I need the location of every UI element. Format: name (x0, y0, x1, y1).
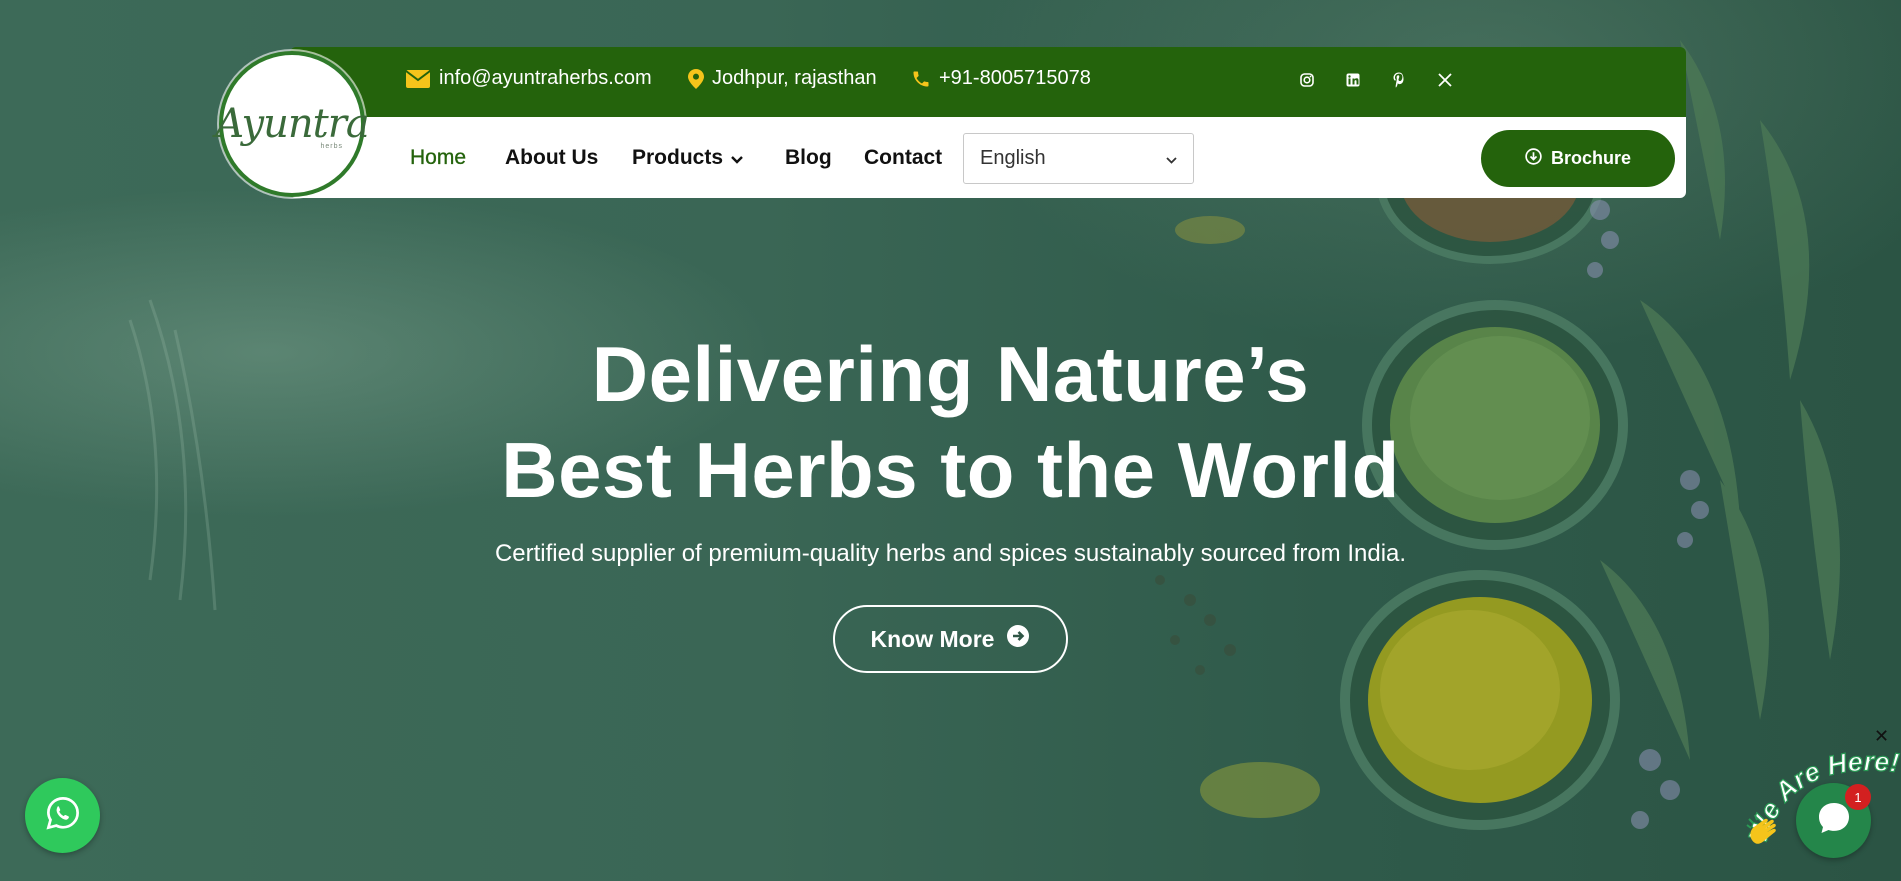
logo-text: Ayuntra (215, 101, 369, 147)
arrow-right-circle-icon (1006, 624, 1030, 654)
instagram-icon (1300, 72, 1314, 92)
contact-email-text: info@ayuntraherbs.com (439, 67, 652, 89)
contact-location[interactable]: Jodhpur, rajasthan (688, 67, 877, 90)
nav-products[interactable]: Products (632, 146, 743, 170)
logo-subtext: herbs (320, 143, 343, 150)
contact-phone-text: +91-8005715078 (939, 67, 1091, 89)
know-more-label: Know More (870, 625, 995, 652)
map-pin-icon (688, 68, 704, 89)
download-icon (1525, 147, 1542, 170)
nav-about-label: About Us (505, 146, 599, 169)
chat-close-icon[interactable]: ✕ (1874, 726, 1889, 747)
mail-icon (405, 69, 431, 89)
nav-blog-label: Blog (785, 146, 832, 169)
nav-products-label: Products (632, 146, 724, 169)
chevron-down-icon (1166, 147, 1177, 170)
instagram-link[interactable] (1293, 68, 1321, 96)
pinterest-icon (1392, 72, 1406, 93)
pinterest-link[interactable] (1385, 68, 1413, 96)
x-icon (1438, 72, 1452, 92)
brochure-button[interactable]: Brochure (1481, 130, 1675, 187)
hero-title-line-2: Best Herbs to the World (501, 426, 1400, 514)
x-link[interactable] (1431, 68, 1459, 96)
whatsapp-button[interactable] (25, 778, 100, 853)
chat-notification-badge: 1 (1845, 784, 1871, 810)
brochure-button-label: Brochure (1550, 148, 1631, 168)
language-select[interactable]: English (963, 133, 1194, 184)
linkedin-icon (1346, 73, 1360, 92)
nav-blog[interactable]: Blog (785, 146, 832, 170)
phone-icon (911, 69, 931, 89)
linkedin-link[interactable] (1339, 68, 1367, 96)
contact-phone[interactable]: +91-8005715078 (911, 67, 1091, 90)
nav-about-us[interactable]: About Us (505, 146, 598, 170)
nav-contact-label: Contact (864, 146, 943, 169)
chevron-down-icon (731, 146, 743, 170)
contact-location-text: Jodhpur, rajasthan (712, 67, 877, 89)
whatsapp-icon (45, 795, 81, 836)
site-logo[interactable]: Ayuntra herbs (215, 51, 370, 197)
know-more-button[interactable]: Know More (833, 605, 1068, 673)
hero-title-line-1: Delivering Nature’s (591, 330, 1310, 418)
nav-contact[interactable]: Contact (864, 146, 942, 170)
language-select-value: English (980, 147, 1046, 169)
contact-email[interactable]: info@ayuntraherbs.com (405, 67, 652, 90)
nav-home-label: Home (410, 146, 467, 169)
hero-subtitle: Certified supplier of premium-quality he… (494, 540, 1407, 567)
waving-hand-icon (1745, 813, 1785, 857)
nav-home[interactable]: Home (410, 146, 466, 170)
